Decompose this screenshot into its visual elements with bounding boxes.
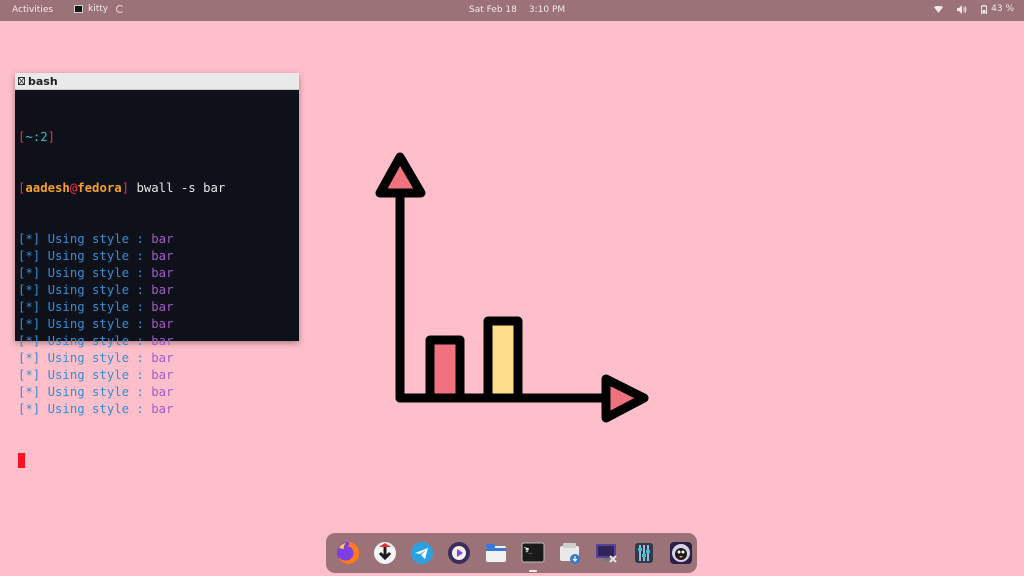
equalizer-icon [635,543,653,563]
penguin-icon [670,542,692,564]
illustration-right-arrowhead [601,374,649,423]
dock-penguin-app[interactable] [665,537,697,569]
dock-remote-display[interactable] [591,537,623,569]
illustration-up-arrowhead [375,152,426,198]
media-player-icon [448,542,470,564]
dock: $_ [326,533,697,573]
dock-firefox[interactable] [332,537,364,569]
dock-software-installer[interactable] [554,537,586,569]
svg-text:$_: $_ [525,547,533,554]
firefox-icon [337,541,360,564]
dock-media-player[interactable] [443,537,475,569]
dock-telegram[interactable] [406,537,438,569]
downloader-icon [374,542,396,564]
illustration-bar-1 [425,335,465,403]
illustration-bar-2 [483,316,523,403]
remote-display-icon [596,544,617,563]
bar-chart-illustration [375,152,649,423]
dock-files[interactable] [480,537,512,569]
dock-terminal[interactable]: $_ [517,537,549,572]
dock-downloader[interactable] [369,537,401,569]
terminal-icon: $_ [521,542,545,563]
software-installer-icon [560,543,580,564]
files-icon [486,544,506,562]
dock-equalizer[interactable] [628,537,660,569]
telegram-icon [411,542,433,564]
